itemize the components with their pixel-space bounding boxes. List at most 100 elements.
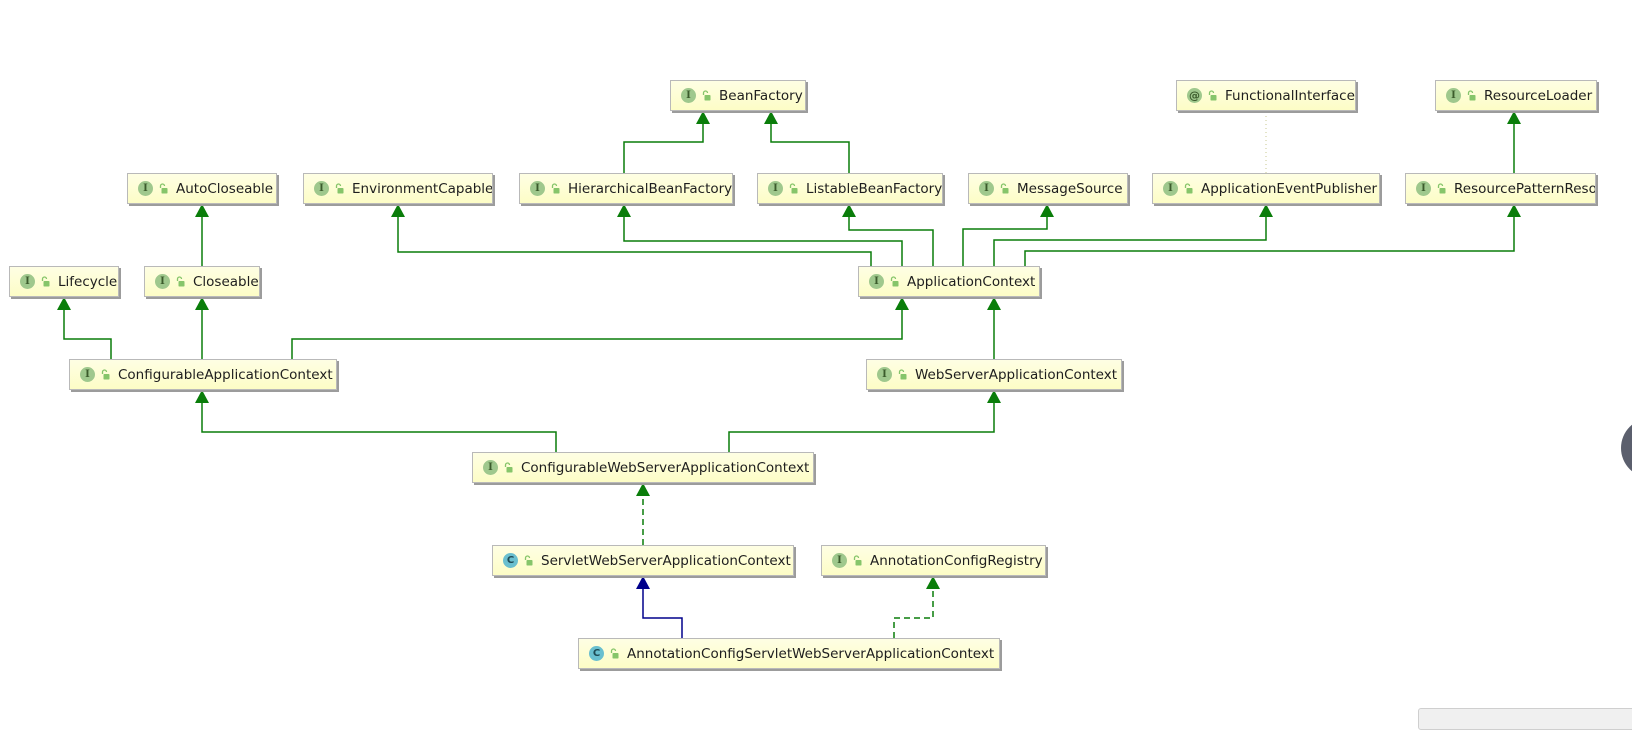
edge-extends-interface bbox=[195, 204, 209, 266]
arrowhead-icon bbox=[617, 204, 631, 217]
node-resource-pattern-resolver[interactable]: I ResourcePatternResolver bbox=[1405, 173, 1596, 204]
arrowhead-icon bbox=[195, 204, 209, 217]
node-label: ServletWebServerApplicationContext bbox=[541, 552, 791, 569]
edge-line bbox=[201, 402, 557, 452]
public-visibility-icon bbox=[504, 462, 513, 473]
edge-extends-interface bbox=[391, 204, 872, 266]
node-message-source[interactable]: I MessageSource bbox=[968, 173, 1128, 204]
edge-extends-interface bbox=[617, 204, 903, 266]
public-visibility-icon bbox=[551, 183, 560, 194]
interface-icon: I bbox=[877, 367, 892, 382]
node-environment-capable[interactable]: I EnvironmentCapable bbox=[303, 173, 493, 204]
public-visibility-icon bbox=[702, 90, 711, 101]
public-visibility-icon bbox=[789, 183, 798, 194]
node-label: Closeable bbox=[193, 273, 259, 290]
public-visibility-icon bbox=[1208, 90, 1217, 101]
node-web-server-application-context[interactable]: I WebServerApplicationContext bbox=[866, 359, 1122, 390]
edge-line bbox=[291, 309, 903, 359]
public-visibility-icon bbox=[335, 183, 344, 194]
node-closeable[interactable]: I Closeable bbox=[144, 266, 260, 297]
node-configurable-web-server-application-context[interactable]: I ConfigurableWebServerApplicationContext bbox=[472, 452, 814, 483]
class-icon: C bbox=[503, 553, 518, 568]
interface-icon: I bbox=[768, 181, 783, 196]
interface-icon: I bbox=[314, 181, 329, 196]
public-visibility-icon bbox=[1467, 90, 1476, 101]
node-application-event-publisher[interactable]: I ApplicationEventPublisher bbox=[1152, 173, 1380, 204]
arrowhead-icon bbox=[987, 297, 1001, 310]
edge-line bbox=[893, 588, 934, 638]
edge-line bbox=[962, 216, 1048, 266]
node-annotation-config-registry[interactable]: I AnnotationConfigRegistry bbox=[821, 545, 1046, 576]
edge-extends-interface bbox=[764, 111, 850, 173]
arrowhead-icon bbox=[57, 297, 71, 310]
arrowhead-icon bbox=[696, 111, 710, 124]
node-label: WebServerApplicationContext bbox=[915, 366, 1118, 383]
edge-line bbox=[623, 123, 704, 173]
edge-extends-interface bbox=[1507, 111, 1521, 173]
node-label: ResourceLoader bbox=[1484, 87, 1593, 104]
node-label: ApplicationContext bbox=[907, 273, 1036, 290]
node-label: AutoCloseable bbox=[176, 180, 274, 197]
public-visibility-icon bbox=[524, 555, 533, 566]
arrowhead-icon bbox=[842, 204, 856, 217]
arrowhead-icon bbox=[195, 390, 209, 403]
node-label: MessageSource bbox=[1017, 180, 1123, 197]
node-label: AnnotationConfigRegistry bbox=[870, 552, 1043, 569]
node-label: Lifecycle bbox=[58, 273, 118, 290]
public-visibility-icon bbox=[890, 276, 899, 287]
node-hierarchical-bean-factory[interactable]: I HierarchicalBeanFactory bbox=[519, 173, 733, 204]
arrowhead-icon bbox=[1507, 204, 1521, 217]
edge-extends-interface bbox=[57, 297, 112, 359]
node-label: ApplicationEventPublisher bbox=[1201, 180, 1378, 197]
public-visibility-icon bbox=[1437, 183, 1446, 194]
node-annotation-config-servlet-web-server-application-context[interactable]: C AnnotationConfigServletWebServerApplica… bbox=[578, 638, 1000, 669]
interface-icon: I bbox=[1163, 181, 1178, 196]
interface-icon: I bbox=[530, 181, 545, 196]
node-bean-factory[interactable]: I BeanFactory bbox=[670, 80, 806, 111]
node-application-context[interactable]: I ApplicationContext bbox=[858, 266, 1040, 297]
node-lifecycle[interactable]: I Lifecycle bbox=[9, 266, 119, 297]
class-icon: C bbox=[589, 646, 604, 661]
edge-extends-interface bbox=[987, 297, 1001, 359]
interface-icon: I bbox=[869, 274, 884, 289]
node-label: HierarchicalBeanFactory bbox=[568, 180, 733, 197]
node-label: BeanFactory bbox=[719, 87, 803, 104]
public-visibility-icon bbox=[41, 276, 50, 287]
edge-extends-interface bbox=[993, 204, 1273, 266]
node-label: EnvironmentCapable bbox=[352, 180, 493, 197]
node-label: ConfigurableWebServerApplicationContext bbox=[521, 459, 810, 476]
public-visibility-icon bbox=[853, 555, 862, 566]
edge-line bbox=[728, 402, 995, 452]
arrowhead-icon bbox=[987, 390, 1001, 403]
interface-icon: I bbox=[1446, 88, 1461, 103]
edge-implements bbox=[636, 483, 650, 545]
interface-icon: I bbox=[979, 181, 994, 196]
node-functional-interface[interactable]: @ FunctionalInterface bbox=[1176, 80, 1356, 111]
edge-extends-class bbox=[636, 576, 683, 638]
edge-line bbox=[623, 216, 903, 266]
interface-icon: I bbox=[20, 274, 35, 289]
interface-icon: I bbox=[138, 181, 153, 196]
edge-extends-interface bbox=[195, 390, 557, 452]
arrowhead-icon bbox=[636, 483, 650, 496]
public-visibility-icon bbox=[1000, 183, 1009, 194]
edge-extends-interface bbox=[842, 204, 934, 266]
interface-icon: I bbox=[681, 88, 696, 103]
arrowhead-icon bbox=[764, 111, 778, 124]
edge-extends-interface bbox=[1024, 204, 1521, 266]
node-configurable-application-context[interactable]: I ConfigurableApplicationContext bbox=[69, 359, 337, 390]
edge-line bbox=[770, 123, 850, 173]
node-listable-bean-factory[interactable]: I ListableBeanFactory bbox=[757, 173, 943, 204]
arrowhead-icon bbox=[195, 297, 209, 310]
node-auto-closeable[interactable]: I AutoCloseable bbox=[127, 173, 277, 204]
interface-icon: I bbox=[483, 460, 498, 475]
node-servlet-web-server-application-context[interactable]: C ServletWebServerApplicationContext bbox=[492, 545, 794, 576]
edge-line bbox=[1024, 216, 1515, 266]
node-label: AnnotationConfigServletWebServerApplicat… bbox=[627, 645, 995, 662]
arrowhead-icon bbox=[1259, 204, 1273, 217]
public-visibility-icon bbox=[610, 648, 619, 659]
node-resource-loader[interactable]: I ResourceLoader bbox=[1435, 80, 1597, 111]
annotation-icon: @ bbox=[1187, 88, 1202, 103]
edge-extends-interface bbox=[962, 204, 1054, 266]
arrowhead-icon bbox=[1507, 111, 1521, 124]
